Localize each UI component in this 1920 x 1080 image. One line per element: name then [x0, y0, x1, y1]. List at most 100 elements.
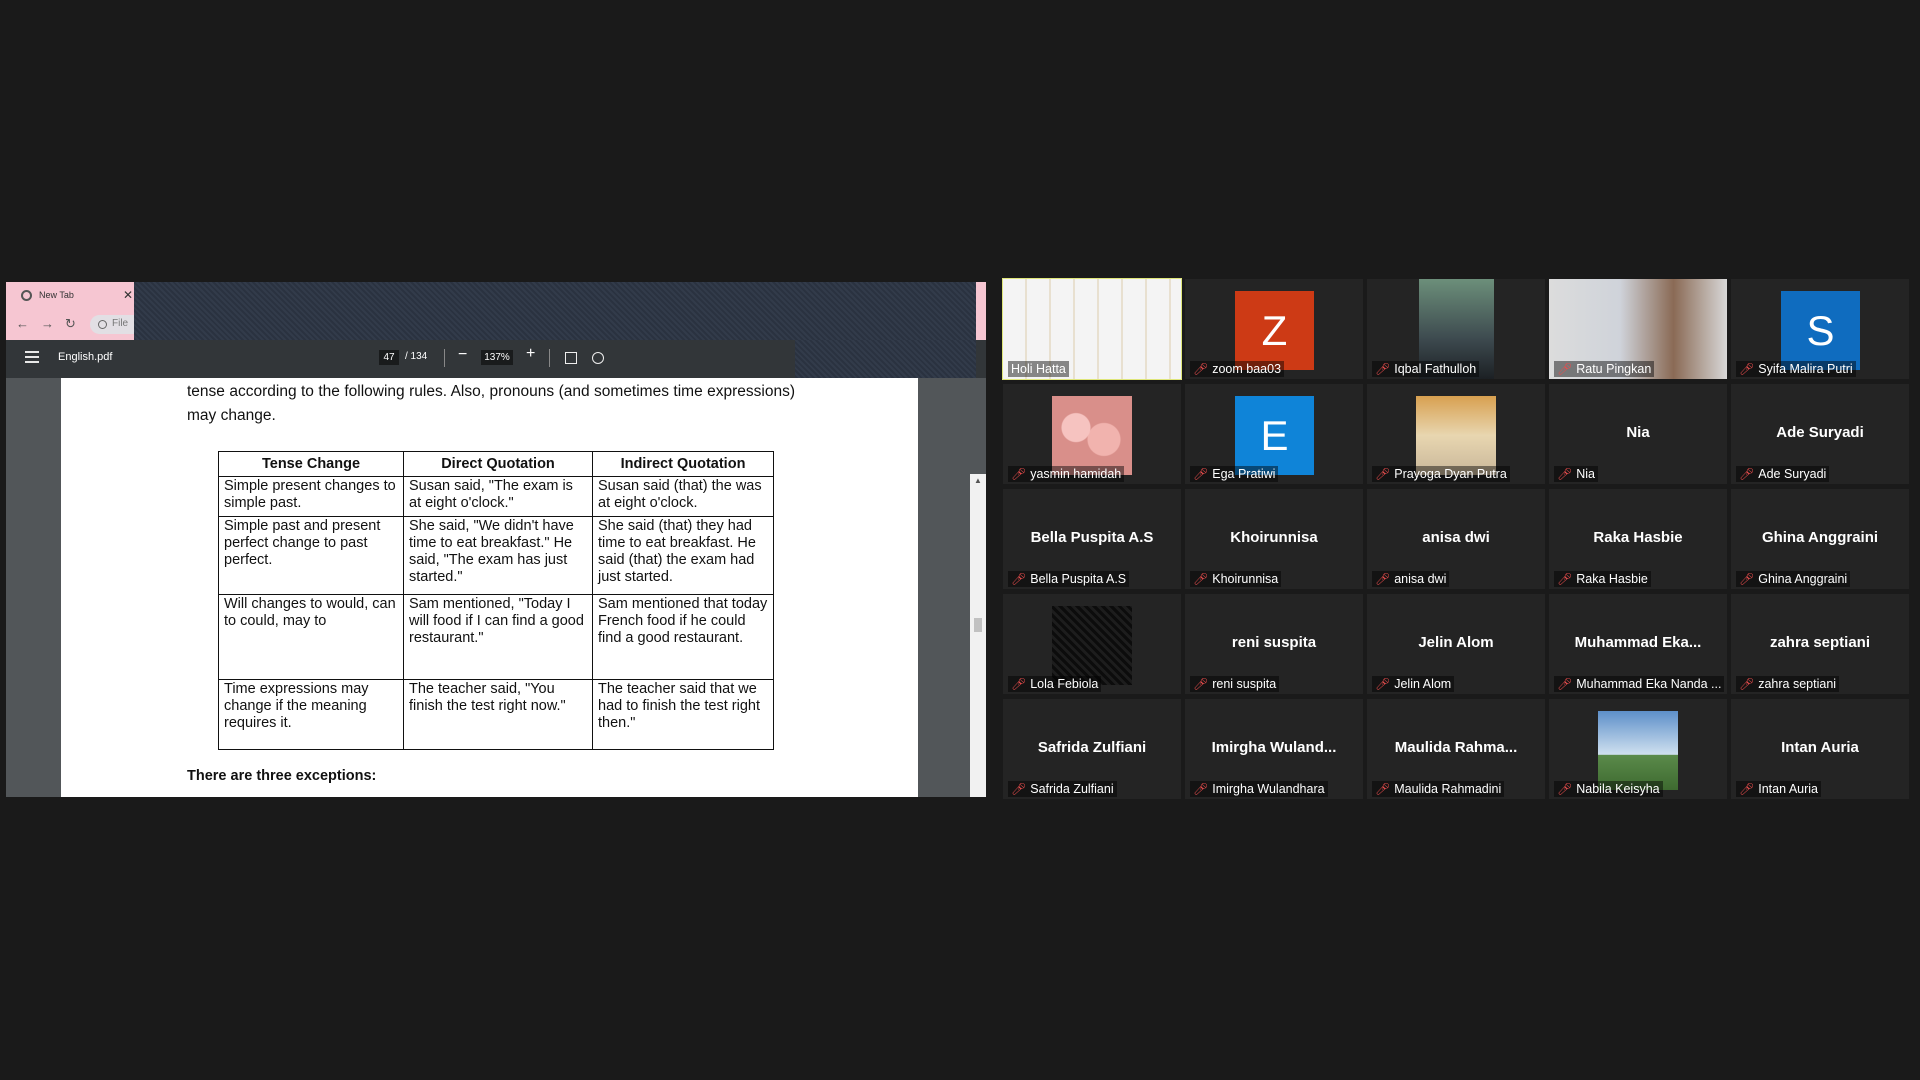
pdf-file-name: English.pdf — [58, 351, 113, 363]
participant-tile[interactable]: Holi Hatta — [1002, 278, 1182, 380]
participant-name: Ghina Anggraini — [1761, 529, 1879, 546]
participant-name: anisa dwi — [1422, 529, 1490, 546]
rotate-icon[interactable] — [592, 352, 604, 364]
table-cell: The teacher said that we had to finish t… — [592, 679, 774, 750]
participant-name: Ade Suryadi — [1776, 424, 1864, 441]
tab-close-icon[interactable]: ✕ — [123, 288, 133, 302]
participant-label: 🎤︎ Imirgha Wulandhara — [1190, 781, 1328, 797]
participant-tile[interactable]: anisa dwi 🎤︎ anisa dwi — [1367, 489, 1545, 589]
participant-name: Imirgha Wuland... — [1211, 739, 1337, 756]
table-cell: Simple past and present perfect change t… — [218, 516, 404, 595]
muted-mic-icon: 🎤︎ — [1557, 677, 1573, 691]
participant-tile[interactable]: 🎤︎ Prayoga Dyan Putra — [1367, 384, 1545, 484]
vertical-scrollbar[interactable]: ▲ ▼ — [970, 474, 986, 797]
participant-tile[interactable]: 🎤︎ yasmin hamidah — [1003, 384, 1181, 484]
participant-tile[interactable]: E 🎤︎ Ega Pratiwi — [1185, 384, 1363, 484]
muted-mic-icon: 🎤︎ — [1011, 467, 1027, 481]
muted-mic-icon: 🎤︎ — [1557, 572, 1573, 586]
muted-mic-icon: 🎤︎ — [1193, 467, 1209, 481]
participant-tile[interactable]: Muhammad Eka... 🎤︎ Muhammad Eka Nanda ... — [1549, 594, 1727, 694]
scroll-thumb[interactable] — [974, 618, 982, 632]
participant-tile[interactable]: 🎤︎ Iqbal Fathulloh — [1367, 279, 1545, 379]
table-header: Indirect Quotation — [592, 451, 774, 477]
fit-page-icon[interactable] — [565, 352, 577, 364]
table-cell: Time expressions may change if the meani… — [218, 679, 404, 750]
table-row: Simple past and present perfect change t… — [218, 516, 774, 595]
browser-tab[interactable]: New Tab ✕ — [6, 282, 134, 310]
muted-mic-icon: 🎤︎ — [1557, 362, 1573, 376]
table-row: Time expressions may change if the meani… — [218, 679, 774, 750]
participant-label-text: Lola Febiola — [1030, 677, 1099, 691]
page-number-input[interactable]: 47 — [379, 350, 399, 365]
tab-title: New Tab — [39, 290, 74, 300]
pdf-page: tense according to the following rules. … — [61, 378, 918, 797]
participant-tile[interactable]: Bella Puspita A.S 🎤︎ Bella Puspita A.S — [1003, 489, 1181, 589]
participant-tile[interactable]: Khoirunnisa 🎤︎ Khoirunnisa — [1185, 489, 1363, 589]
participant-label: 🎤︎ Iqbal Fathulloh — [1372, 361, 1480, 377]
participant-label: 🎤︎ Ghina Anggraini — [1736, 571, 1851, 587]
participant-label-text: yasmin hamidah — [1030, 467, 1122, 481]
participant-name: Intan Auria — [1781, 739, 1859, 756]
participant-tile[interactable]: Safrida Zulfiani 🎤︎ Safrida Zulfiani — [1003, 699, 1181, 799]
participant-tile[interactable]: 🎤︎ Ratu Pingkan — [1549, 279, 1727, 379]
scroll-up-icon[interactable]: ▲ — [974, 476, 982, 485]
zoom-in-button[interactable]: + — [526, 345, 535, 363]
table-header: Direct Quotation — [403, 451, 593, 477]
muted-mic-icon: 🎤︎ — [1011, 782, 1027, 796]
participant-label: Holi Hatta — [1008, 361, 1069, 377]
section-heading: There are three exceptions: — [187, 768, 377, 784]
muted-mic-icon: 🎤︎ — [1193, 677, 1209, 691]
muted-mic-icon: 🎤︎ — [1011, 677, 1027, 691]
toolbar-divider — [549, 349, 550, 367]
table-row: Simple present changes to simple past. S… — [218, 476, 774, 517]
muted-mic-icon: 🎤︎ — [1375, 782, 1391, 796]
muted-mic-icon: 🎤︎ — [1375, 467, 1391, 481]
participant-label-text: Iqbal Fathulloh — [1394, 362, 1477, 376]
participant-label: 🎤︎ zoom baa03 — [1190, 361, 1285, 377]
participant-label-text: Ratu Pingkan — [1576, 362, 1652, 376]
participant-tile[interactable]: Intan Auria 🎤︎ Intan Auria — [1731, 699, 1909, 799]
participant-tile[interactable]: 🎤︎ Nabila Keisyha — [1549, 699, 1727, 799]
screen-share-mask — [134, 282, 976, 340]
participant-label-text: Nabila Keisyha — [1576, 782, 1660, 796]
participant-tile[interactable]: zahra septiani 🎤︎ zahra septiani — [1731, 594, 1909, 694]
back-icon[interactable]: ← — [16, 316, 29, 331]
table-cell: Susan said, "The exam is at eight o'cloc… — [403, 476, 593, 517]
forward-icon[interactable]: → — [41, 316, 54, 331]
participant-tile[interactable]: reni suspita 🎤︎ reni suspita — [1185, 594, 1363, 694]
participant-label-text: zahra septiani — [1758, 677, 1837, 691]
table-cell: Sam mentioned, "Today I will food if I c… — [403, 594, 593, 680]
chrome-icon — [21, 290, 32, 301]
participant-tile[interactable]: Ghina Anggraini 🎤︎ Ghina Anggraini — [1731, 489, 1909, 589]
participant-name: Safrida Zulfiani — [1037, 739, 1147, 756]
participant-label: 🎤︎ reni suspita — [1190, 676, 1280, 692]
table-cell: Susan said (that) the was at eight o'clo… — [592, 476, 774, 517]
menu-icon[interactable] — [25, 351, 39, 363]
participant-avatar: S — [1781, 291, 1860, 370]
table-cell: The teacher said, "You finish the test r… — [403, 679, 593, 750]
participant-label: 🎤︎ Muhammad Eka Nanda ... — [1554, 676, 1725, 692]
participant-avatar: Z — [1235, 291, 1314, 370]
muted-mic-icon: 🎤︎ — [1375, 362, 1391, 376]
participant-label: 🎤︎ Jelin Alom — [1372, 676, 1455, 692]
participant-name: Raka Hasbie — [1593, 529, 1683, 546]
participant-tile[interactable]: Imirgha Wuland... 🎤︎ Imirgha Wulandhara — [1185, 699, 1363, 799]
reload-icon[interactable]: ↻ — [65, 316, 76, 332]
participant-tile[interactable]: Raka Hasbie 🎤︎ Raka Hasbie — [1549, 489, 1727, 589]
participant-tile[interactable]: Nia 🎤︎ Nia — [1549, 384, 1727, 484]
participant-tile[interactable]: 🎤︎ Lola Febiola — [1003, 594, 1181, 694]
participant-label: 🎤︎ Prayoga Dyan Putra — [1372, 466, 1510, 482]
page-total: / 134 — [405, 351, 428, 362]
participant-tile[interactable]: Ade Suryadi 🎤︎ Ade Suryadi — [1731, 384, 1909, 484]
muted-mic-icon: 🎤︎ — [1739, 782, 1755, 796]
participant-tile[interactable]: S 🎤︎ Syifa Malira Putri — [1731, 279, 1909, 379]
zoom-level-input[interactable]: 137% — [481, 350, 513, 365]
zoom-out-button[interactable]: − — [458, 346, 467, 364]
participant-tile[interactable]: Z 🎤︎ zoom baa03 — [1185, 279, 1363, 379]
browser-edge — [976, 282, 986, 340]
participant-name: Nia — [1626, 424, 1650, 441]
participant-tile[interactable]: Maulida Rahma... 🎤︎ Maulida Rahmadini — [1367, 699, 1545, 799]
participant-tile[interactable]: Jelin Alom 🎤︎ Jelin Alom — [1367, 594, 1545, 694]
omnibox[interactable]: File — [90, 315, 134, 334]
pdf-paragraph: tense according to the following rules. … — [187, 383, 795, 424]
